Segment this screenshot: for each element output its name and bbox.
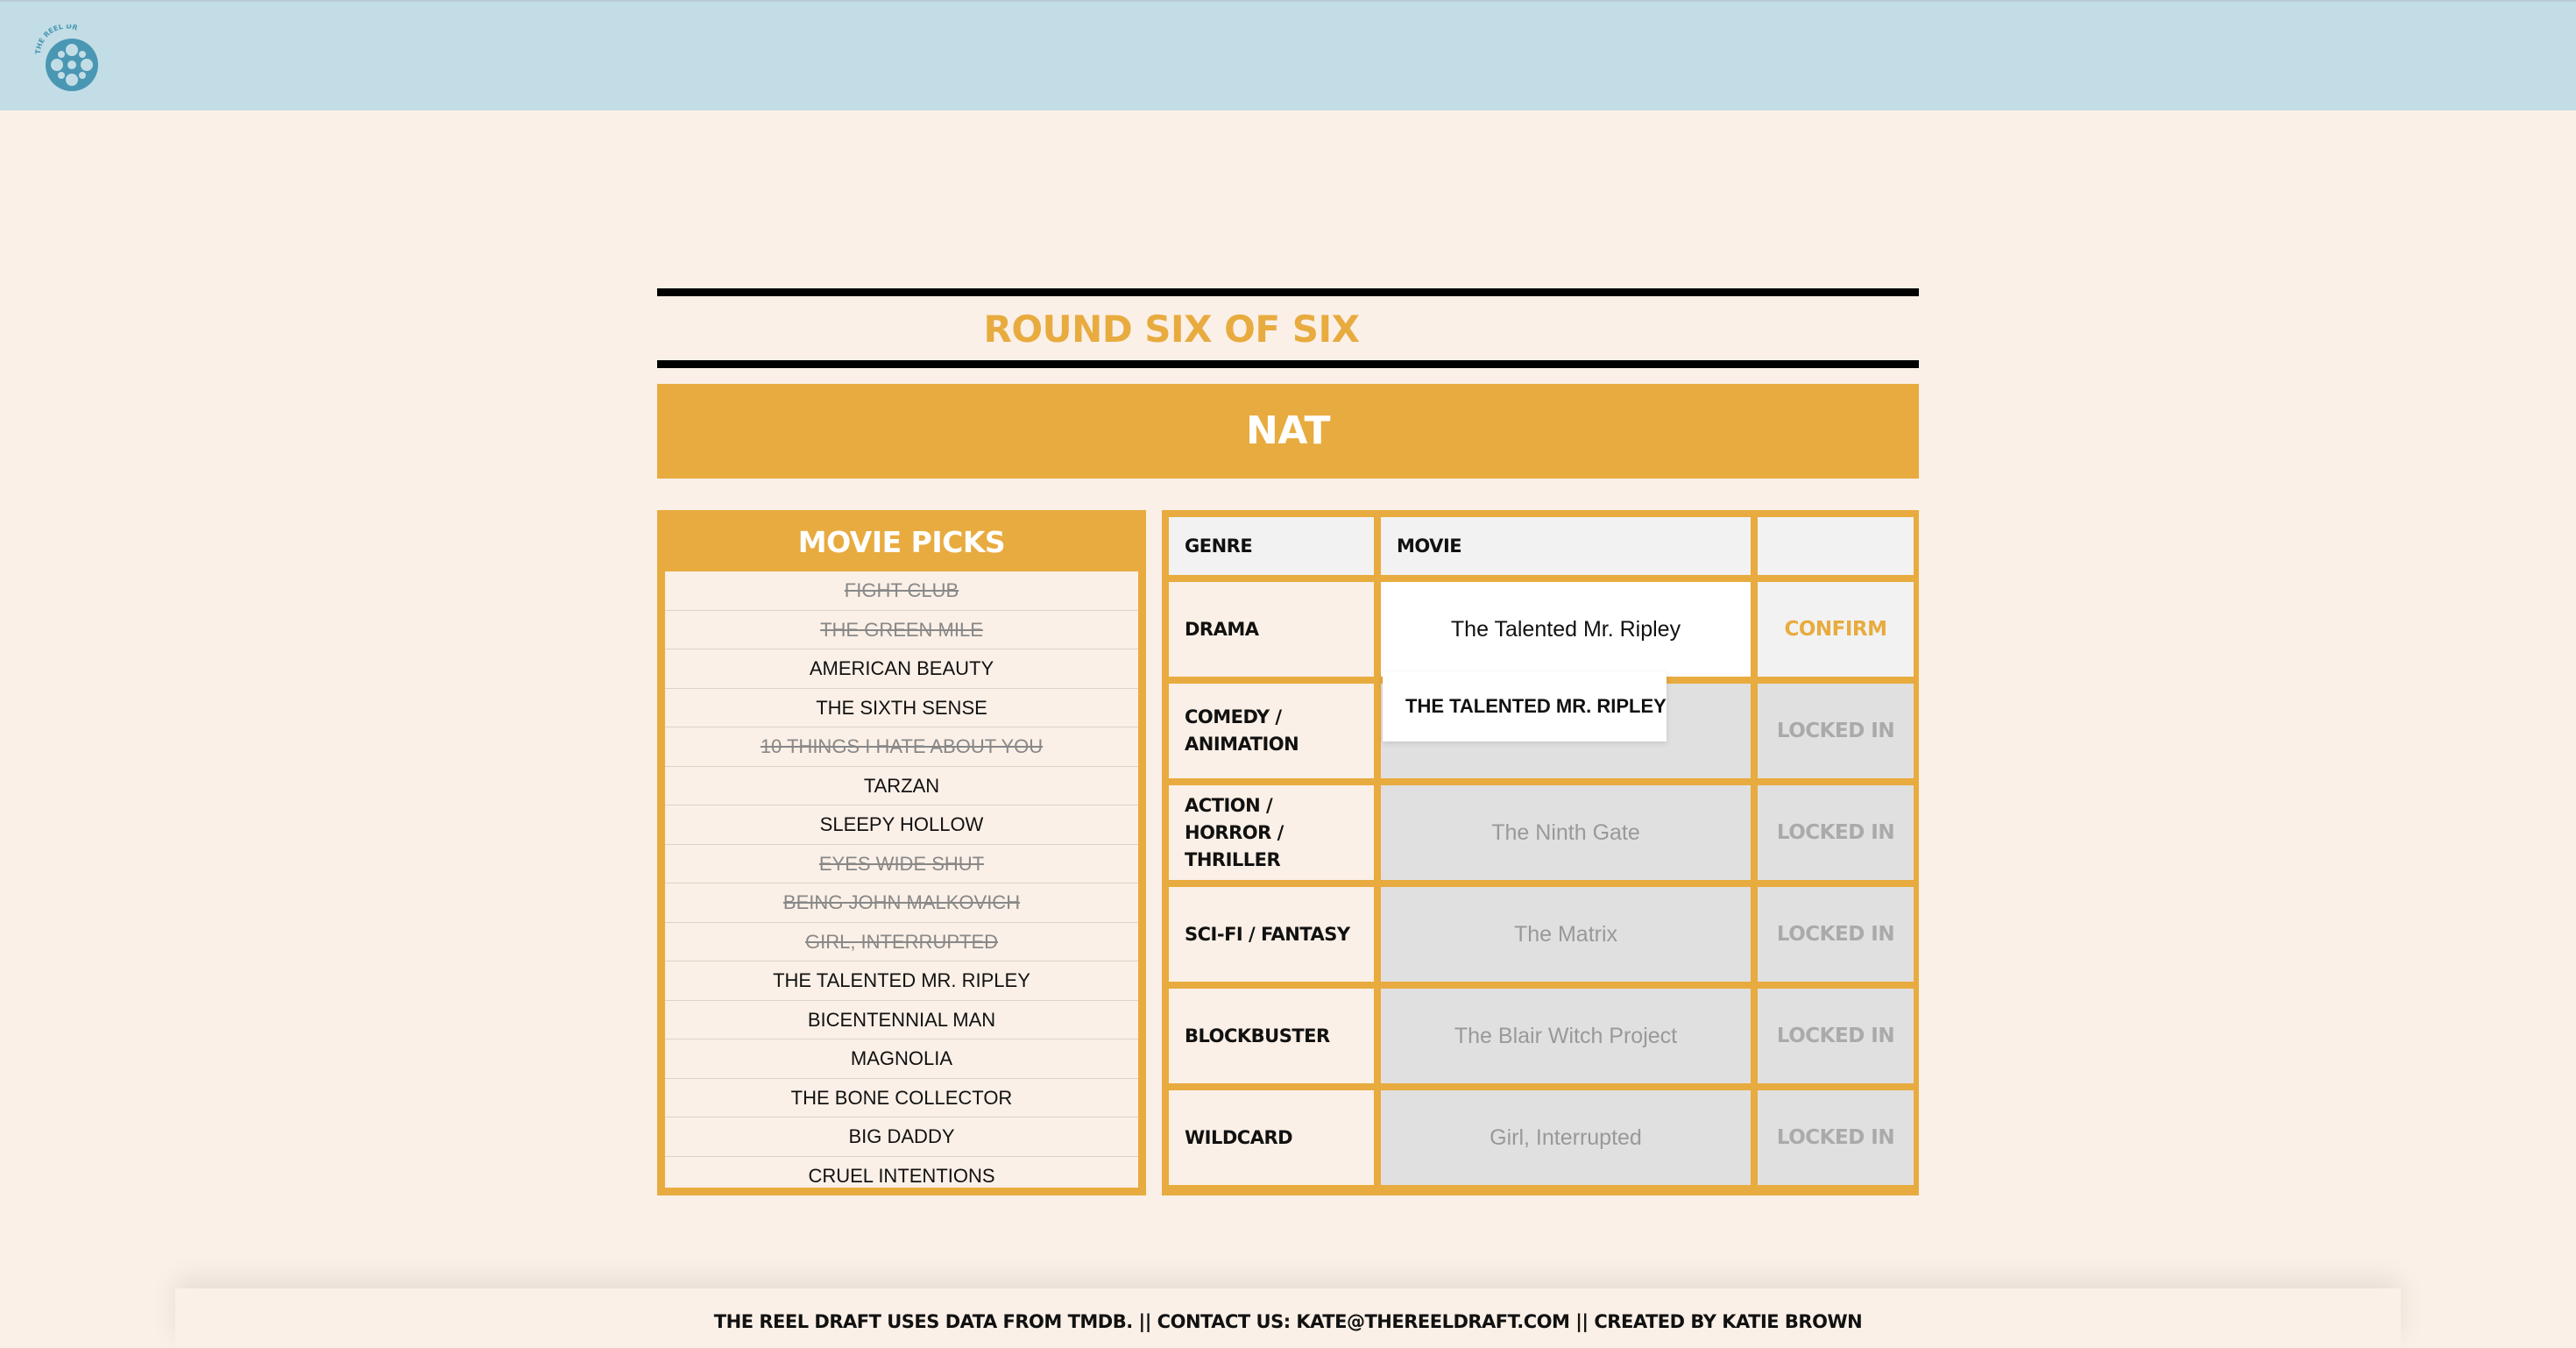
draft-table: GENRE MOVIE DRAMA The Talented Mr. Riple… — [1162, 510, 1919, 1195]
locked-in-status: LOCKED IN — [1758, 684, 1914, 778]
list-item[interactable]: Bicentennial Man — [665, 1001, 1138, 1039]
column-header-genre: GENRE — [1169, 517, 1374, 575]
list-item[interactable]: Girl, Interrupted — [665, 923, 1138, 961]
movie-picks-panel: MOVIE PICKS Fight Club The Green Mile Am… — [657, 510, 1146, 1195]
film-reel-logo-icon[interactable]: THE REEL DRAFT — [33, 25, 103, 95]
column-header-movie: MOVIE — [1381, 517, 1751, 575]
locked-in-status: LOCKED IN — [1758, 1090, 1914, 1185]
list-item[interactable]: Tarzan — [665, 767, 1138, 805]
genre-label: SCI-FI / FANTASY — [1169, 887, 1374, 982]
locked-in-status: LOCKED IN — [1758, 887, 1914, 982]
movie-picks-title: MOVIE PICKS — [797, 525, 1006, 559]
list-item[interactable]: Sleepy Hollow — [665, 805, 1138, 845]
autocomplete-suggestion[interactable]: The Talented Mr. Ripley — [1383, 671, 1667, 741]
round-bottom-rule — [657, 360, 1919, 368]
locked-movie: The Blair Witch Project — [1381, 989, 1751, 1083]
locked-movie: The Matrix — [1381, 887, 1751, 982]
list-item[interactable]: Fight Club — [665, 571, 1138, 611]
genre-label: WILDCARD — [1169, 1090, 1374, 1185]
list-item[interactable]: Eyes Wide Shut — [665, 845, 1138, 883]
list-item[interactable]: Big Daddy — [665, 1117, 1138, 1157]
confirm-button[interactable]: CONFIRM — [1758, 582, 1914, 677]
movie-input[interactable]: The Talented Mr. Ripley — [1381, 582, 1751, 677]
column-header-action — [1758, 517, 1914, 575]
list-item[interactable]: The Green Mile — [665, 611, 1138, 649]
footer-text: THE REEL DRAFT USES DATA FROM TMDB. || C… — [713, 1311, 1863, 1332]
genre-label: ACTION / HORROR / THRILLER — [1169, 785, 1374, 880]
list-item[interactable]: The Talented Mr. Ripley — [665, 961, 1138, 1001]
list-item[interactable]: Magnolia — [665, 1039, 1138, 1079]
top-nav-bar: THE REEL DRAFT — [0, 0, 2576, 110]
player-banner: NAT — [657, 384, 1919, 479]
movie-picks-list[interactable]: Fight Club The Green Mile American Beaut… — [665, 571, 1138, 1188]
locked-movie: Girl, Interrupted — [1381, 1090, 1751, 1185]
genre-label: DRAMA — [1169, 582, 1374, 677]
locked-in-status: LOCKED IN — [1758, 989, 1914, 1083]
list-item[interactable]: Cruel Intentions — [665, 1157, 1138, 1188]
list-item[interactable]: 10 Things I Hate About You — [665, 727, 1138, 767]
genre-label: BLOCKBUSTER — [1169, 989, 1374, 1083]
genre-label: COMEDY / ANIMATION — [1169, 684, 1374, 778]
round-title: ROUND SIX OF SIX — [983, 308, 1360, 351]
list-item[interactable]: Being John Malkovich — [665, 883, 1138, 923]
round-top-rule — [657, 288, 1919, 296]
locked-in-status: LOCKED IN — [1758, 785, 1914, 880]
list-item[interactable]: The Sixth Sense — [665, 689, 1138, 727]
list-item[interactable]: American Beauty — [665, 649, 1138, 689]
list-item[interactable]: The Bone Collector — [665, 1079, 1138, 1117]
locked-movie: The Ninth Gate — [1381, 785, 1751, 880]
